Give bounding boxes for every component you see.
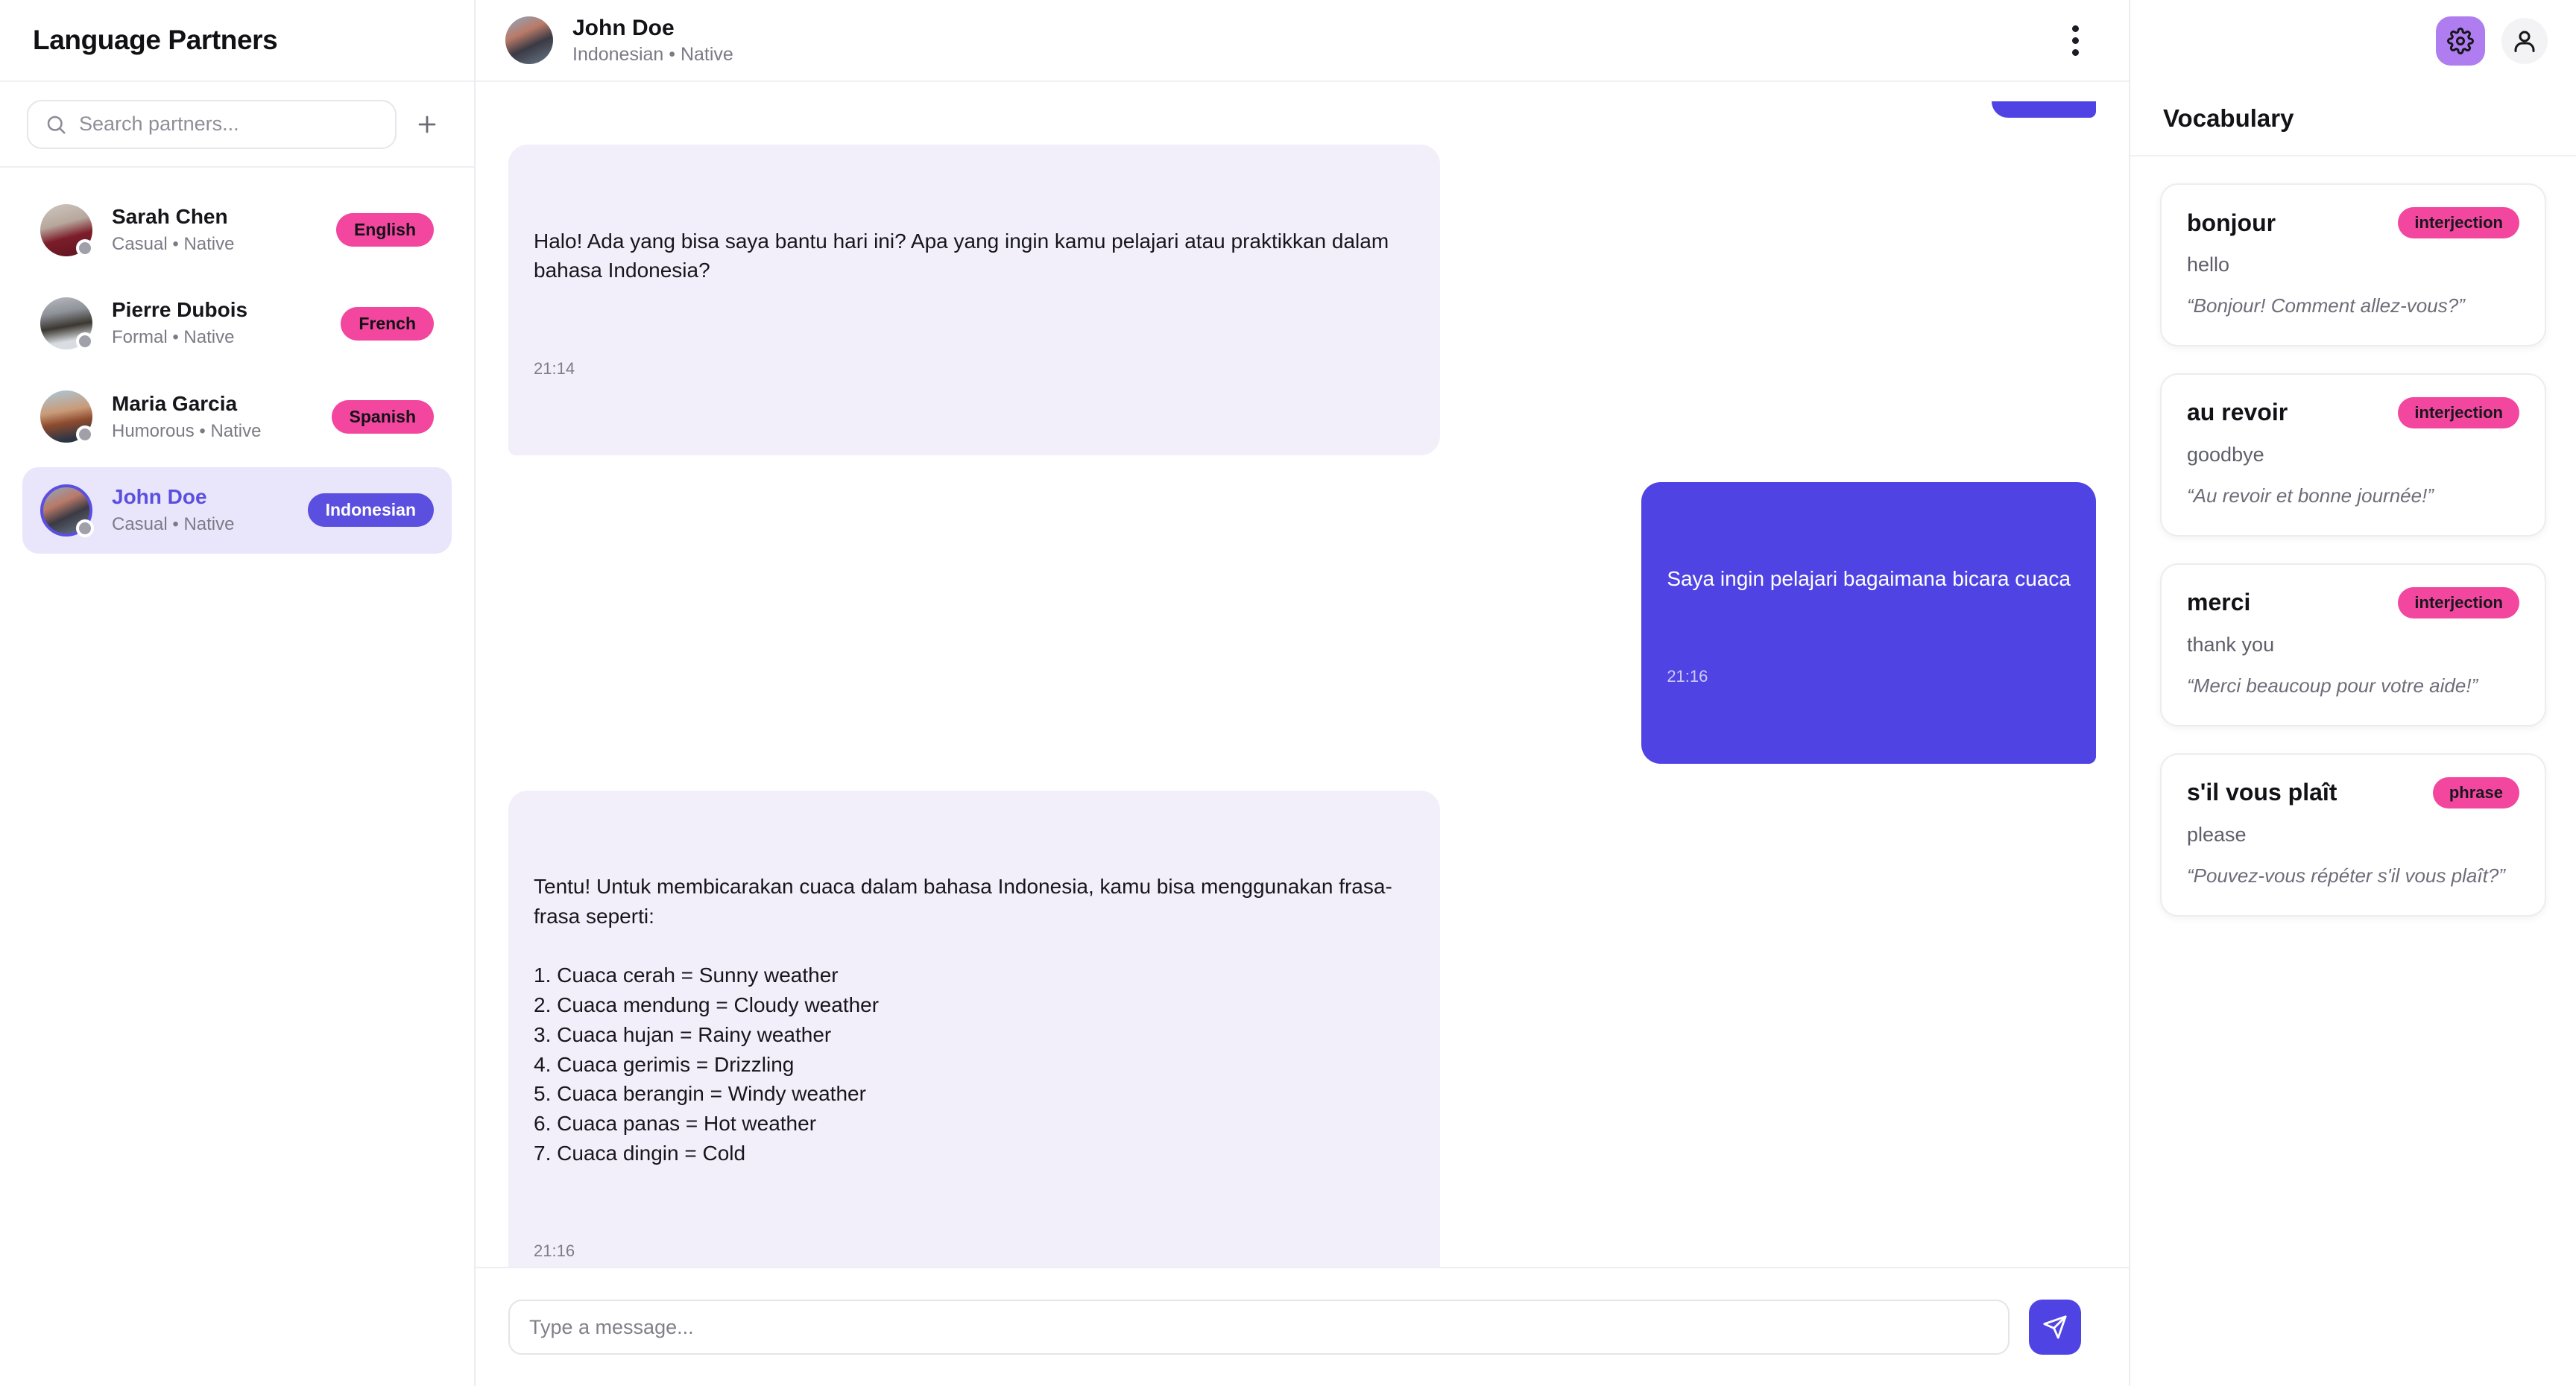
settings-button[interactable] [2436, 16, 2485, 66]
chat-partner-name: John Doe [572, 16, 675, 40]
vocabulary-card-header: au revoir interjection [2187, 396, 2519, 428]
language-badge: English [335, 213, 434, 247]
message-timestamp: 21:16 [1667, 666, 1708, 686]
message-bubble-received: Tentu! Untuk membicarakan cuaca dalam ba… [508, 790, 1440, 1267]
part-of-speech-badge: interjection [2398, 396, 2519, 428]
partner-row-pierre-dubois[interactable]: Pierre Dubois Formal • Native French [22, 280, 452, 366]
partner-name: Sarah Chen [112, 205, 228, 228]
status-indicator [76, 332, 94, 351]
vocabulary-title: Vocabulary [2163, 104, 2294, 132]
vocabulary-meaning: goodbye [2187, 443, 2264, 466]
vocabulary-term: bonjour [2187, 209, 2276, 236]
vocabulary-meaning: hello [2187, 253, 2230, 276]
message-timestamp: 21:14 [534, 358, 575, 378]
partner-style: Humorous • Native [112, 420, 262, 441]
message-composer [476, 1267, 2129, 1386]
language-badge: Spanish [331, 399, 434, 434]
message-list[interactable]: Halo! Ada yang bisa saya bantu hari ini?… [476, 82, 2129, 1267]
vocabulary-card-header: s'il vous plaît phrase [2187, 776, 2519, 808]
partner-name: Pierre Dubois [112, 298, 248, 322]
language-badge: French [341, 306, 434, 341]
vocabulary-meaning: thank you [2187, 633, 2275, 656]
page-title: Language Partners [33, 25, 278, 55]
vocabulary-example: “Merci beaucoup pour votre aide!” [2187, 674, 2478, 697]
vocabulary-card[interactable]: s'il vous plaît phrase please “Pouvez-vo… [2160, 753, 2546, 917]
clipped-message-bubble [1992, 101, 2096, 118]
partner-row-maria-garcia[interactable]: Maria Garcia Humorous • Native Spanish [22, 374, 452, 460]
partner-meta: Pierre Dubois Formal • Native [112, 297, 321, 349]
vocabulary-list: bonjour interjection hello “Bonjour! Com… [2130, 156, 2576, 1386]
chat-header: John Doe Indonesian • Native [476, 0, 2129, 82]
partner-style: Formal • Native [112, 327, 235, 348]
partners-sidebar: Language Partners Search partners... Sar… [0, 0, 476, 1386]
partner-row-john-doe[interactable]: John Doe Casual • Native Indonesian [22, 467, 452, 554]
more-vertical-icon[interactable] [2054, 19, 2096, 61]
language-badge: Indonesian [307, 493, 434, 528]
status-indicator [76, 425, 94, 444]
chat-partner-meta: John Doe Indonesian • Native [572, 15, 2035, 66]
partner-name: John Doe [112, 485, 207, 509]
vocabulary-example: “Bonjour! Comment allez-vous?” [2187, 294, 2465, 317]
vocabulary-header: Vocabulary [2130, 82, 2576, 156]
message-bubble-received: Halo! Ada yang bisa saya bantu hari ini?… [508, 145, 1440, 456]
message-row: Saya ingin pelajari bagaimana bicara cua… [508, 482, 2096, 764]
message-bubble-sent: Saya ingin pelajari bagaimana bicara cua… [1641, 482, 2096, 764]
sidebar-header: Language Partners [0, 0, 474, 82]
vocabulary-term: merci [2187, 589, 2251, 616]
avatar [40, 297, 94, 351]
partner-list: Sarah Chen Casual • Native English Pierr… [0, 168, 474, 554]
chat-partner-avatar [505, 16, 553, 64]
send-button[interactable] [2029, 1300, 2081, 1355]
app-root: Language Partners Search partners... Sar… [0, 0, 2576, 1386]
scroll-spacer [508, 82, 2096, 101]
vocabulary-card-header: merci interjection [2187, 586, 2519, 618]
part-of-speech-badge: interjection [2398, 586, 2519, 618]
chat-partner-sub: Indonesian • Native [572, 44, 733, 65]
message-row-clipped [508, 101, 2096, 118]
avatar [40, 203, 94, 257]
part-of-speech-badge: phrase [2432, 776, 2519, 808]
partner-row-sarah-chen[interactable]: Sarah Chen Casual • Native English [22, 187, 452, 273]
message-input[interactable] [508, 1300, 2010, 1355]
search-input[interactable] [79, 113, 379, 136]
message-timestamp: 21:16 [534, 1241, 575, 1261]
user-icon [2511, 28, 2538, 54]
message-text: Tentu! Untuk membicarakan cuaca dalam ba… [534, 875, 1392, 1165]
partner-style: Casual • Native [112, 234, 235, 254]
add-partner-button[interactable] [410, 107, 444, 142]
partner-meta: John Doe Casual • Native [112, 484, 288, 537]
account-button[interactable] [2501, 18, 2548, 64]
partner-style: Casual • Native [112, 514, 235, 535]
plus-icon [414, 112, 440, 137]
status-indicator [76, 519, 94, 537]
search-row [0, 82, 474, 168]
vocabulary-card-header: bonjour interjection [2187, 207, 2519, 238]
message-row: Halo! Ada yang bisa saya bantu hari ini?… [508, 145, 2096, 456]
vocabulary-meaning: please [2187, 823, 2247, 846]
message-row: Tentu! Untuk membicarakan cuaca dalam ba… [508, 790, 2096, 1267]
vocabulary-example: “Au revoir et bonne journée!” [2187, 484, 2434, 507]
search-box[interactable] [27, 99, 397, 149]
vocabulary-card[interactable]: bonjour interjection hello “Bonjour! Com… [2160, 183, 2546, 346]
part-of-speech-badge: interjection [2398, 207, 2519, 238]
vocabulary-panel: Vocabulary bonjour interjection hello “B… [2130, 0, 2576, 1386]
vocabulary-card[interactable]: merci interjection thank you “Merci beau… [2160, 563, 2546, 727]
status-indicator [76, 238, 94, 257]
chat-panel: John Doe Indonesian • Native Halo! Ada y… [476, 0, 2130, 1386]
partner-name: Maria Garcia [112, 391, 238, 415]
message-text: Saya ingin pelajari bagaimana bicara cua… [1667, 566, 2071, 590]
avatar [40, 390, 94, 444]
avatar [40, 484, 94, 537]
panel-toolbar [2130, 0, 2576, 82]
send-icon [2042, 1314, 2068, 1340]
partner-meta: Maria Garcia Humorous • Native [112, 390, 312, 443]
vocabulary-card[interactable]: au revoir interjection goodbye “Au revoi… [2160, 373, 2546, 537]
vocabulary-term: au revoir [2187, 399, 2288, 426]
gear-icon [2447, 28, 2474, 54]
search-icon [45, 113, 67, 136]
vocabulary-example: “Pouvez-vous répéter s'il vous plaît?” [2187, 864, 2505, 887]
vocabulary-term: s'il vous plaît [2187, 779, 2337, 806]
message-text: Halo! Ada yang bisa saya bantu hari ini?… [534, 229, 1395, 282]
partner-meta: Sarah Chen Casual • Native [112, 203, 317, 256]
